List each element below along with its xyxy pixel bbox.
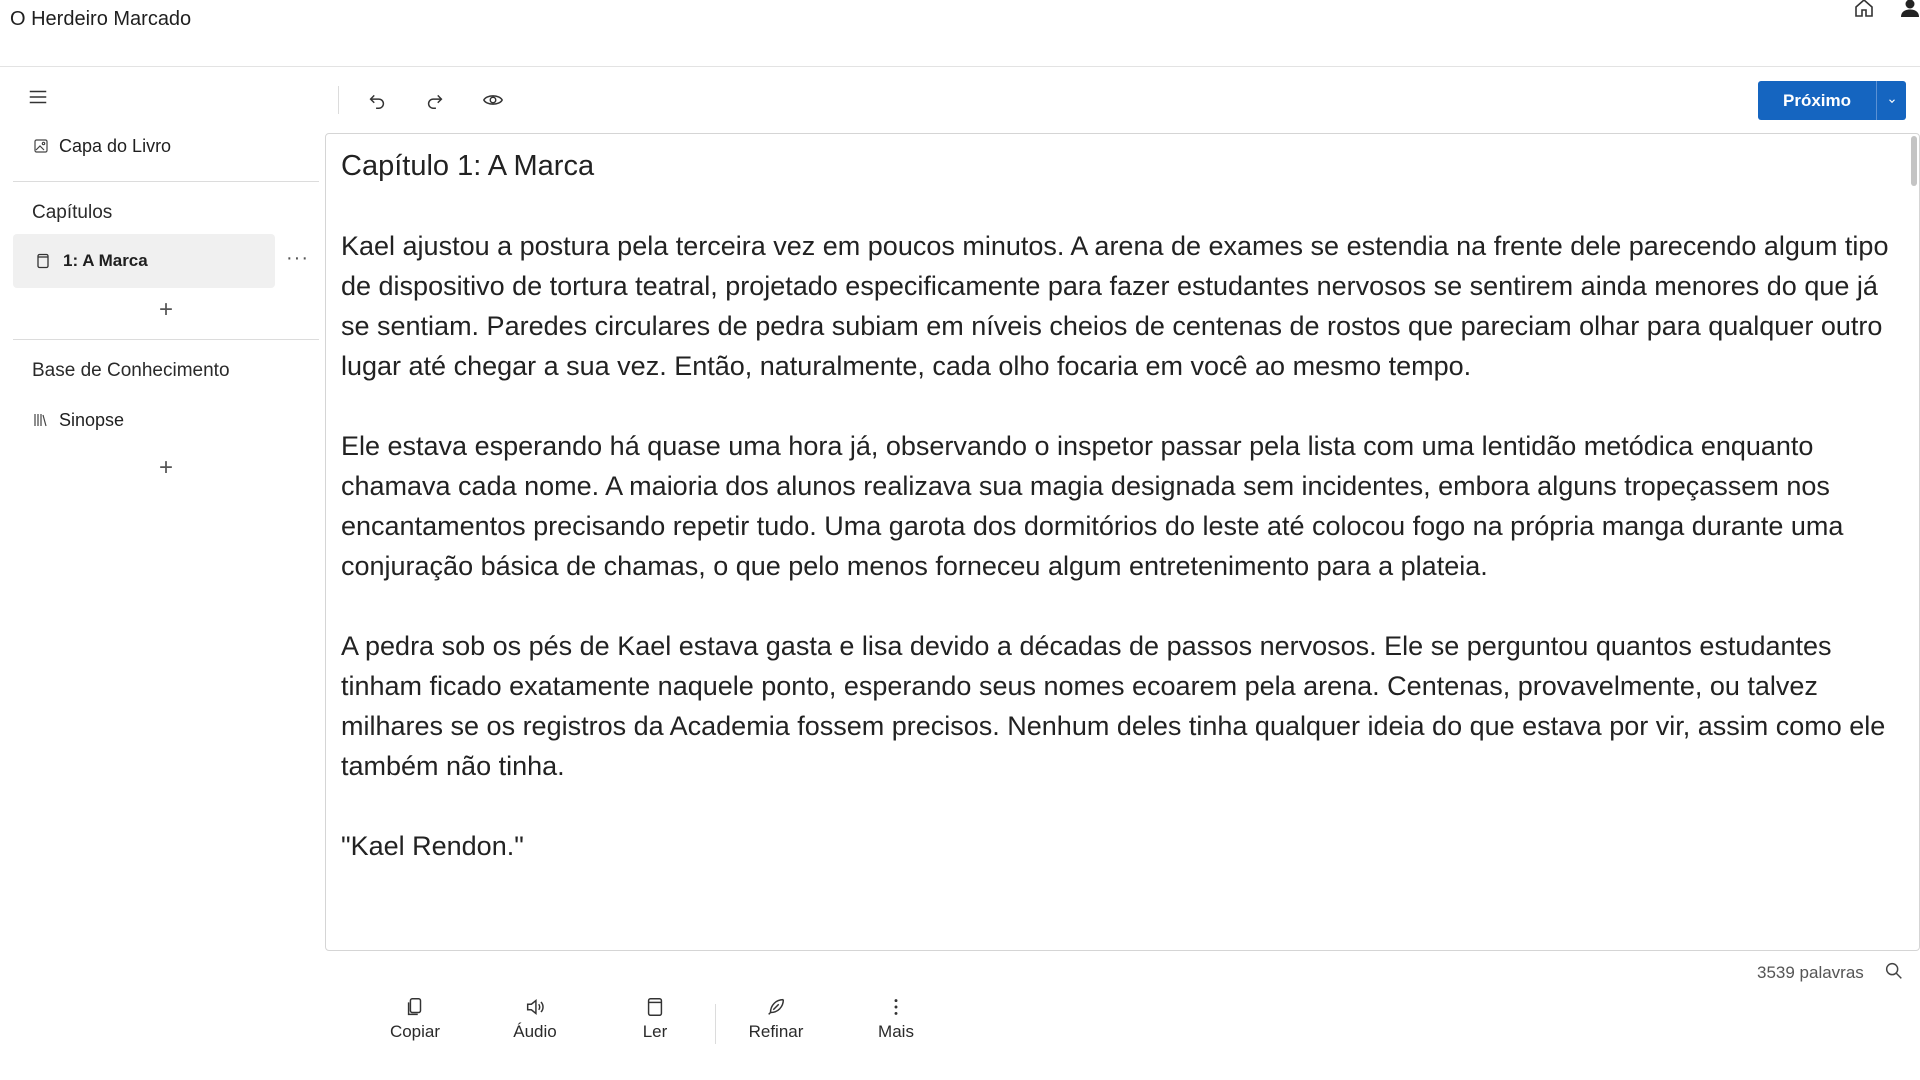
library-icon <box>34 414 47 427</box>
add-chapter-button[interactable]: + <box>151 295 181 325</box>
chevron-down-icon[interactable] <box>1876 81 1906 120</box>
text-editor[interactable]: Capítulo 1: A Marca Kael ajustou a postu… <box>325 133 1920 951</box>
editor-toolbar <box>362 80 508 120</box>
toolbar-separator <box>338 86 339 114</box>
paragraph: Kael ajustou a postura pela terceira vez… <box>341 231 1889 381</box>
search-icon[interactable] <box>1883 960 1907 984</box>
eye-icon[interactable] <box>478 85 508 115</box>
audio-button[interactable]: Áudio <box>475 996 595 1056</box>
scrollbar[interactable] <box>1911 136 1917 186</box>
sidebar-item-cover[interactable]: Capa do Livro <box>13 126 171 166</box>
knowledge-section-title: Base de Conhecimento <box>32 360 230 381</box>
app-title: O Herdeiro Marcado <box>10 8 192 30</box>
next-button[interactable]: Próximo <box>1758 81 1876 120</box>
paragraph: Ele estava esperando há quase uma hora j… <box>341 431 1844 581</box>
page-icon <box>37 253 49 269</box>
read-button[interactable]: Ler <box>595 996 715 1056</box>
action-label: Mais <box>878 1022 914 1041</box>
sidebar-item-synopsis[interactable]: Sinopse <box>13 400 124 440</box>
paragraph: "Kael Rendon." <box>341 831 524 861</box>
bottom-actions: Copiar Áudio Ler Refinar Mais <box>355 996 956 1056</box>
action-label: Copiar <box>389 1022 441 1041</box>
sidebar-item-label: Sinopse <box>59 409 125 430</box>
add-knowledge-button[interactable]: + <box>151 453 181 483</box>
sidebar-item-label: Capa do Livro <box>59 135 172 156</box>
paragraph: A pedra sob os pés de Kael estava gasta … <box>341 631 1886 781</box>
redo-icon[interactable] <box>420 85 450 115</box>
sidebar: Capa do Livro Capítulos 1: A Marca ··· +… <box>0 67 325 1080</box>
editor-content[interactable]: Capítulo 1: A Marca Kael ajustou a postu… <box>341 146 1896 906</box>
speaker-icon <box>526 999 544 1015</box>
next-button-group: Próximo <box>1758 81 1906 120</box>
menu-icon[interactable] <box>24 83 52 111</box>
divider <box>13 339 319 340</box>
top-bar: O Herdeiro Marcado <box>0 0 1920 67</box>
copy-button[interactable]: Copiar <box>355 996 475 1056</box>
chapter-label: 1: A Marca <box>63 251 148 270</box>
copy-icon <box>407 998 422 1016</box>
more-vertical-icon <box>894 999 898 1015</box>
home-icon[interactable] <box>1850 0 1878 22</box>
more-button[interactable]: Mais <box>836 996 956 1056</box>
feather-icon <box>768 998 785 1015</box>
undo-icon[interactable] <box>362 85 392 115</box>
action-label: Ler <box>642 1022 668 1041</box>
user-icon[interactable] <box>1896 0 1920 22</box>
action-label: Refinar <box>748 1022 804 1041</box>
image-icon <box>34 139 48 153</box>
word-count: 3539 palavras <box>1757 963 1864 982</box>
sidebar-item-chapter-1[interactable]: 1: A Marca <box>13 234 275 288</box>
refine-button[interactable]: Refinar <box>716 996 836 1056</box>
divider <box>13 181 319 182</box>
book-icon <box>647 998 663 1016</box>
action-label: Áudio <box>513 1022 557 1041</box>
chapter-heading: Capítulo 1: A Marca <box>341 150 595 182</box>
chapters-section-title: Capítulos <box>32 202 113 223</box>
chapter-more-icon[interactable]: ··· <box>286 247 309 270</box>
